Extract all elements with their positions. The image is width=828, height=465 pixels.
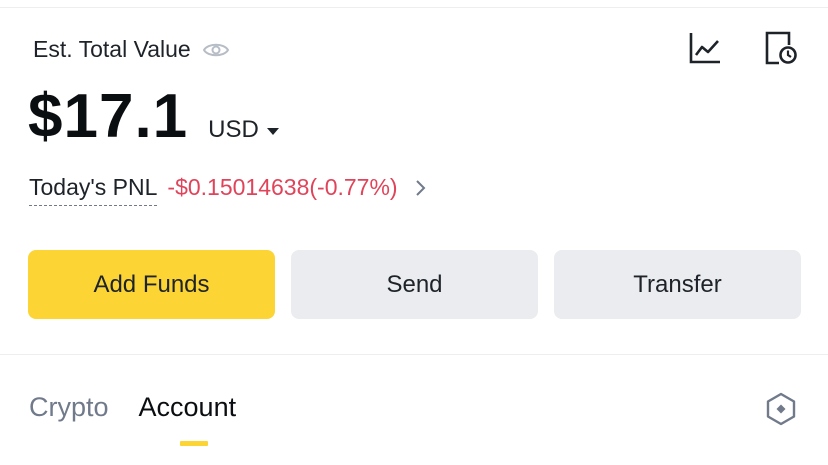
hexagon-settings-icon[interactable] bbox=[764, 392, 798, 426]
add-funds-button[interactable]: Add Funds bbox=[28, 250, 275, 319]
history-icon[interactable] bbox=[764, 30, 798, 66]
pnl-value: -$0.15014638(-0.77%) bbox=[167, 174, 398, 200]
chevron-right-icon[interactable] bbox=[414, 179, 426, 202]
action-buttons: Add Funds Send Transfer bbox=[28, 250, 801, 319]
top-icon-group bbox=[688, 30, 798, 66]
section-divider bbox=[0, 354, 828, 355]
pnl-label[interactable]: Today's PNL bbox=[29, 174, 158, 206]
caret-down-icon bbox=[266, 127, 279, 135]
asset-tabs: Crypto Account bbox=[29, 392, 237, 446]
currency-label: USD bbox=[208, 116, 259, 143]
top-divider bbox=[0, 7, 828, 8]
tab-account-label: Account bbox=[138, 392, 237, 422]
currency-selector[interactable]: USD bbox=[208, 116, 279, 144]
active-tab-indicator bbox=[179, 441, 208, 446]
total-balance: $17.1 bbox=[28, 82, 189, 151]
tab-crypto[interactable]: Crypto bbox=[29, 392, 109, 423]
balance-row: $17.1 USD bbox=[28, 82, 279, 152]
send-button[interactable]: Send bbox=[291, 250, 538, 319]
est-total-value-row: Est. Total Value bbox=[33, 36, 229, 63]
est-total-value-label: Est. Total Value bbox=[33, 36, 191, 62]
eye-icon[interactable] bbox=[202, 41, 229, 59]
tab-account[interactable]: Account bbox=[138, 392, 237, 446]
transfer-button[interactable]: Transfer bbox=[554, 250, 801, 319]
todays-pnl-row[interactable]: Today's PNL -$0.15014638(-0.77%) bbox=[29, 174, 426, 206]
chart-icon[interactable] bbox=[688, 30, 722, 66]
